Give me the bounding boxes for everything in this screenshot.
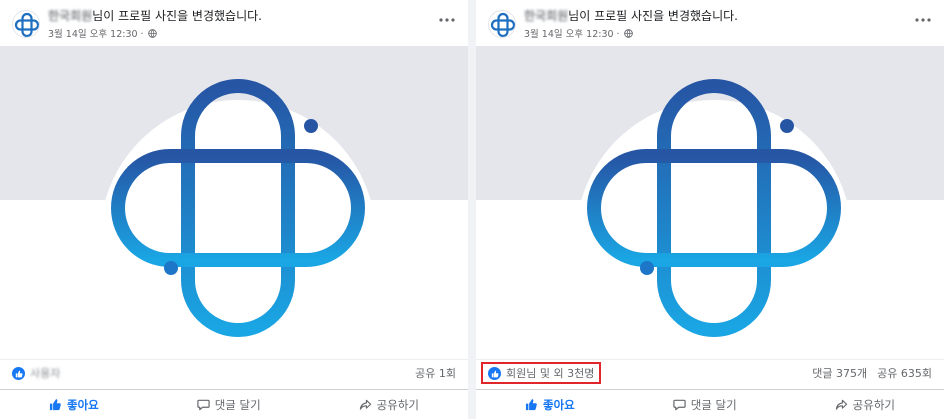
author-name[interactable]: 한국회원 [48, 8, 92, 24]
share-button[interactable]: 공유하기 [345, 392, 433, 418]
hospital-logo-image [576, 79, 852, 358]
share-label: 공유하기 [376, 397, 419, 412]
reaction-summary: 회원님 및 외 3천명 댓글 375개 공유 635회 [476, 359, 944, 387]
like-button[interactable]: 좋아요 [511, 392, 589, 418]
more-options-icon[interactable] [436, 12, 458, 28]
globe-icon [146, 28, 157, 38]
comment-button[interactable]: 댓글 달기 [659, 392, 751, 418]
like-label: 좋아요 [542, 397, 575, 412]
header-text: 한국회원님이 프로필 사진을 변경했습니다. 3월 14일 오후 12:30 · [48, 8, 428, 40]
header-text: 한국회원님이 프로필 사진을 변경했습니다. 3월 14일 오후 12:30 · [524, 8, 904, 40]
like-label: 좋아요 [66, 397, 99, 412]
like-reaction-icon[interactable] [488, 367, 501, 380]
post-action-text: 님이 프로필 사진을 변경했습니다. [568, 9, 738, 23]
share-count[interactable]: 공유 1회 [415, 366, 456, 381]
post-action-bar: 좋아요 댓글 달기 공유하기 [0, 389, 468, 419]
engagement-counts: 공유 1회 [415, 366, 456, 381]
share-label: 공유하기 [852, 397, 895, 412]
comment-label: 댓글 달기 [690, 397, 737, 412]
like-button[interactable]: 좋아요 [35, 392, 113, 418]
post-title: 한국회원님이 프로필 사진을 변경했습니다. [48, 8, 428, 24]
engagement-counts: 댓글 375개 공유 635회 [812, 366, 932, 381]
comment-button[interactable]: 댓글 달기 [183, 392, 275, 418]
panel-divider [468, 0, 476, 419]
post-timestamp[interactable]: 3월 14일 오후 12:30 · [48, 26, 144, 40]
reaction-names[interactable]: 회원님 및 외 3천명 [506, 366, 594, 381]
post-title: 한국회원님이 프로필 사진을 변경했습니다. [524, 8, 904, 24]
globe-icon [622, 28, 633, 38]
post-meta: 3월 14일 오후 12:30 · [48, 26, 428, 40]
share-icon [835, 399, 847, 410]
comment-icon [673, 399, 686, 411]
comment-label: 댓글 달기 [214, 397, 261, 412]
post-header: 한국회원님이 프로필 사진을 변경했습니다. 3월 14일 오후 12:30 · [0, 0, 468, 46]
like-reaction-icon[interactable] [12, 367, 25, 380]
hospital-logo-icon [490, 12, 515, 37]
hospital-logo-image [100, 79, 376, 358]
hospital-logo-icon [14, 12, 39, 37]
profile-avatar[interactable] [488, 10, 516, 38]
share-button[interactable]: 공유하기 [821, 392, 909, 418]
share-icon [359, 399, 371, 410]
profile-photo[interactable] [476, 46, 944, 358]
reaction-summary: 사용자 공유 1회 [0, 359, 468, 387]
share-count[interactable]: 공유 635회 [877, 366, 932, 381]
profile-photo[interactable] [0, 46, 468, 358]
post-header: 한국회원님이 프로필 사진을 변경했습니다. 3월 14일 오후 12:30 · [476, 0, 944, 46]
profile-avatar[interactable] [12, 10, 40, 38]
author-name[interactable]: 한국회원 [524, 8, 568, 24]
post-meta: 3월 14일 오후 12:30 · [524, 26, 904, 40]
more-options-icon[interactable] [912, 12, 934, 28]
thumbs-up-icon [49, 399, 61, 411]
facebook-post-right: 한국회원님이 프로필 사진을 변경했습니다. 3월 14일 오후 12:30 · [476, 0, 944, 419]
thumbs-up-icon [525, 399, 537, 411]
post-action-bar: 좋아요 댓글 달기 공유하기 [476, 389, 944, 419]
post-action-text: 님이 프로필 사진을 변경했습니다. [92, 9, 262, 23]
reaction-names[interactable]: 사용자 [30, 366, 60, 381]
post-timestamp[interactable]: 3월 14일 오후 12:30 · [524, 26, 620, 40]
comment-count[interactable]: 댓글 375개 [812, 366, 867, 381]
facebook-post-left: 한국회원님이 프로필 사진을 변경했습니다. 3월 14일 오후 12:30 · [0, 0, 468, 419]
comment-icon [197, 399, 210, 411]
